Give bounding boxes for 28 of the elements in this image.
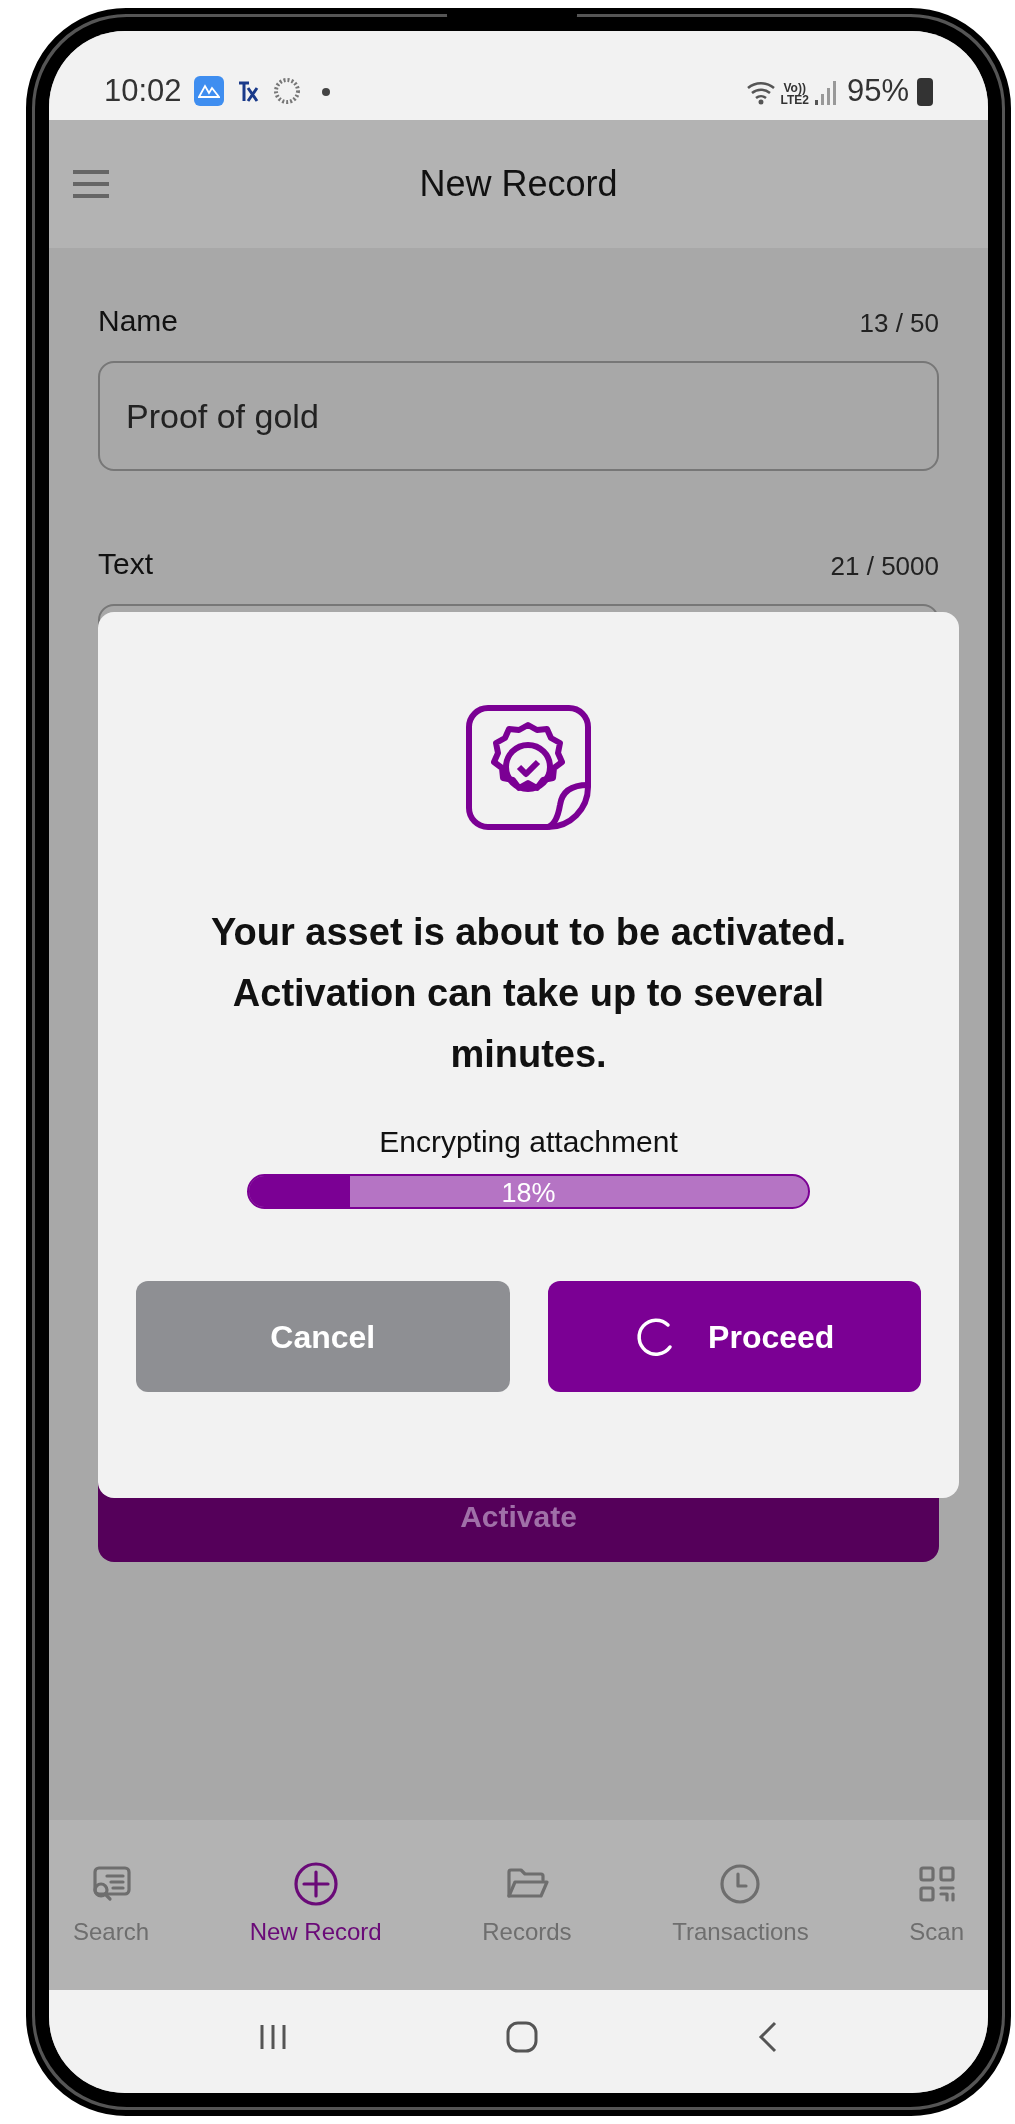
character-counter: 21 / 5000 [830, 550, 939, 583]
nav-tab[interactable]: Transactions [664, 1860, 817, 1950]
loading-ring-icon [271, 76, 302, 106]
network-label: LTE2 [780, 94, 809, 106]
character-counter: 13 / 50 [859, 307, 939, 340]
battery-percentage: 95% [846, 75, 909, 106]
plus-circle-icon [291, 1860, 340, 1908]
nav-tab[interactable]: Search [65, 1860, 158, 1950]
cancel-button[interactable]: Cancel [136, 1281, 510, 1392]
dialog-message: Your asset is about to be activated. Activation can take up to several minutes. [210, 910, 847, 1077]
volte-label: Vo)) [783, 82, 806, 94]
certificate-badge-icon [466, 705, 591, 830]
app-notification-icon [193, 76, 224, 106]
nav-tab[interactable]: Records [474, 1860, 580, 1950]
proceed-button[interactable]: Proceed [547, 1281, 921, 1392]
nav-tab[interactable]: Scan [901, 1860, 972, 1950]
input-field[interactable]: Proof of gold [98, 361, 939, 471]
progress-label: Encrypting attachment [379, 1124, 678, 1160]
battery-icon [917, 78, 933, 106]
status-time: 10:02 [104, 75, 182, 106]
menu-icon[interactable] [71, 168, 111, 200]
signal-icon [812, 78, 839, 106]
app-bar-title: New Record [419, 162, 618, 206]
field-label: Name [98, 303, 179, 339]
field-label: Text [98, 546, 154, 582]
progress-percentage: 18% [500, 1177, 557, 1207]
home-icon[interactable] [505, 2019, 540, 2054]
nav-tab[interactable]: New Record [241, 1860, 390, 1950]
